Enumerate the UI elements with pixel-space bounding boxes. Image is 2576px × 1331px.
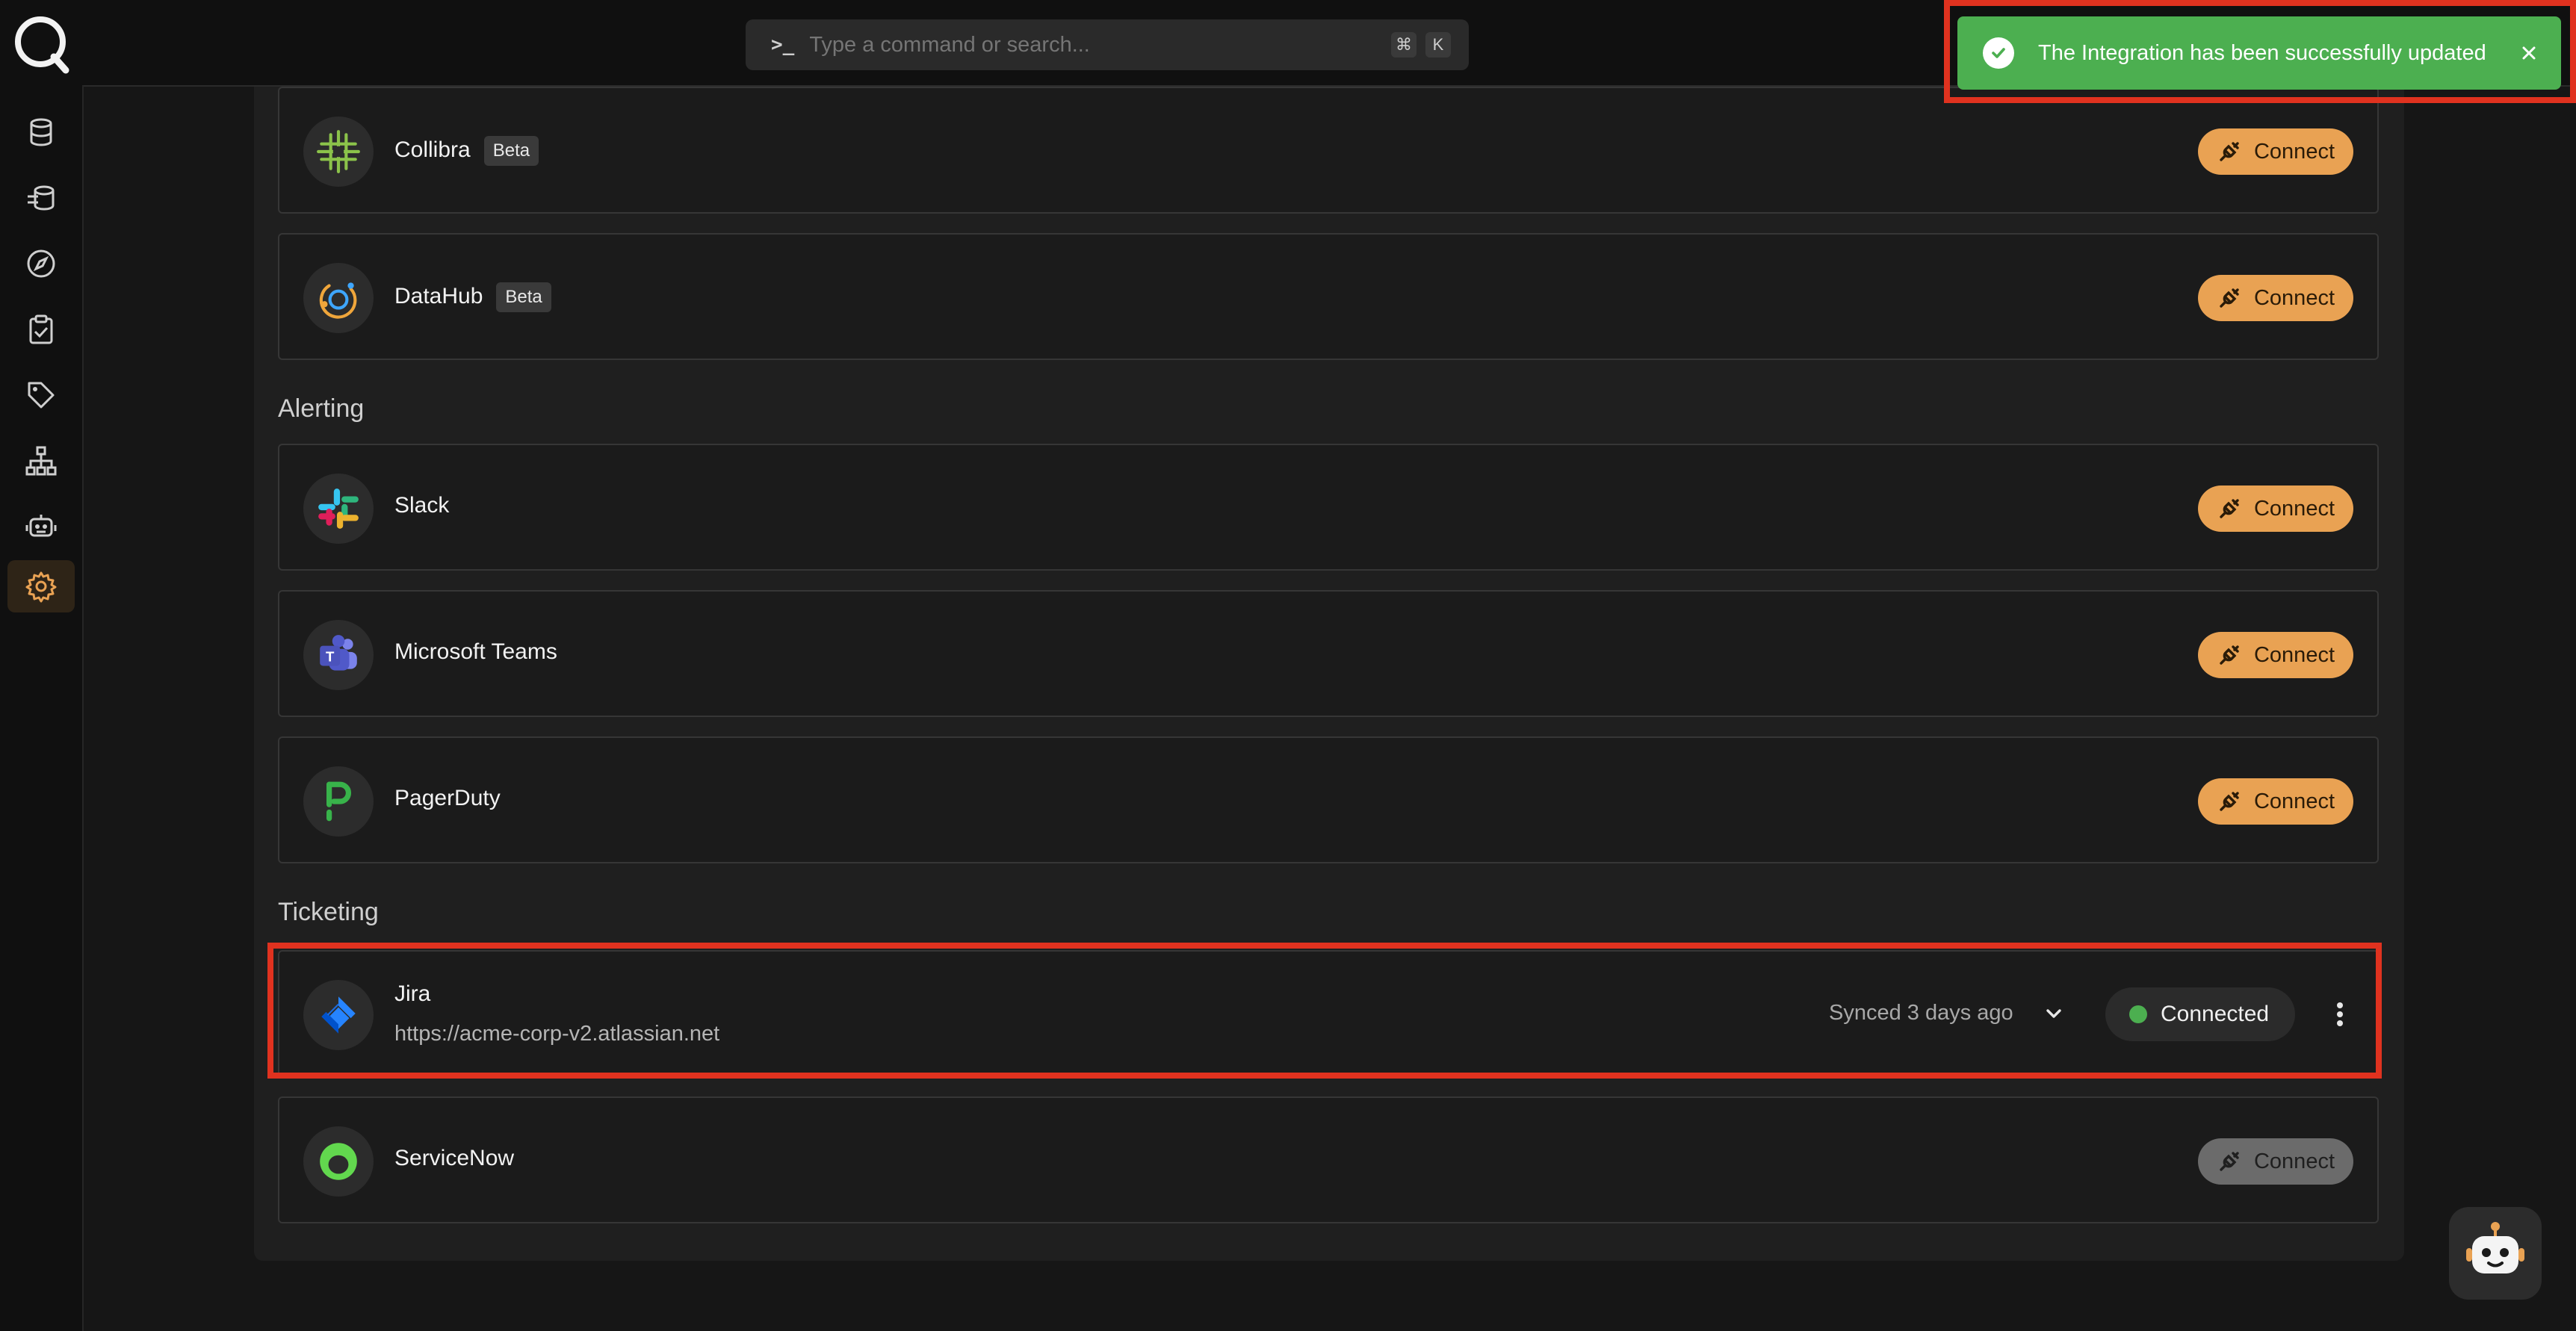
section-heading-ticketing: Ticketing: [278, 898, 379, 926]
slack-logo-icon: [303, 474, 374, 544]
servicenow-label: ServiceNow: [394, 1146, 515, 1170]
robot-assistant-icon: [2466, 1222, 2524, 1273]
connect-label: Connect: [2253, 642, 2335, 667]
sidebar-item-tags[interactable]: [7, 369, 75, 421]
datahub-logo-icon: [303, 263, 374, 333]
microsoft-teams-label: Microsoft Teams: [394, 639, 557, 664]
connect-servicenow-button[interactable]: Connect: [2198, 1138, 2353, 1185]
integration-name: DataHub Beta: [394, 282, 551, 312]
compass-icon: [27, 249, 55, 278]
integration-row-pagerduty: PagerDuty Connect: [278, 736, 2379, 863]
sync-details-toggle[interactable]: [2035, 995, 2072, 1032]
collibra-logo-icon: [303, 117, 374, 187]
plug-icon: [2220, 288, 2239, 308]
sidebar-item-assistant[interactable]: [7, 500, 75, 553]
jira-logo-icon: [303, 980, 374, 1050]
integration-row-slack: Slack Connect: [278, 444, 2379, 571]
jira-label: Jira: [394, 981, 431, 1006]
microsoft-teams-logo-icon: T: [303, 620, 374, 690]
integration-row-microsoft-teams: T Microsoft Teams Connect: [278, 590, 2379, 717]
chevron-down-icon: [2046, 1009, 2061, 1018]
connect-datahub-button[interactable]: Connect: [2198, 275, 2353, 321]
command-search-bar[interactable]: >_ ⌘ K: [746, 19, 1469, 70]
beta-badge: Beta: [483, 136, 539, 166]
database-icon: [30, 118, 52, 146]
sidebar-item-data-sources[interactable]: [7, 106, 75, 158]
tag-icon: [28, 382, 55, 409]
jira-more-options-button[interactable]: [2318, 990, 2362, 1038]
connect-label: Connect: [2253, 285, 2335, 310]
plug-icon: [2220, 645, 2239, 665]
sidebar-item-pipelines[interactable]: [7, 172, 75, 224]
connect-microsoft-teams-button[interactable]: Connect: [2198, 632, 2353, 678]
sync-status-text: Synced 3 days ago: [1829, 1001, 2013, 1025]
assistant-bot-button[interactable]: [2449, 1207, 2542, 1300]
connect-pagerduty-button[interactable]: Connect: [2198, 778, 2353, 825]
integration-row-datahub: DataHub Beta Connect: [278, 233, 2379, 360]
app-logo-icon[interactable]: [7, 10, 73, 76]
pagerduty-label: PagerDuty: [394, 786, 501, 810]
beta-badge: Beta: [496, 282, 551, 312]
robot-icon: [25, 515, 57, 537]
connect-label: Connect: [2253, 1149, 2335, 1173]
datahub-label: DataHub: [394, 283, 483, 308]
hierarchy-icon: [25, 446, 57, 476]
integration-row-jira: Jira https://acme-corp-v2.atlassian.net …: [278, 950, 2379, 1077]
jira-instance-url: https://acme-corp-v2.atlassian.net: [394, 1022, 720, 1046]
sidebar: [0, 85, 84, 1331]
connect-slack-button[interactable]: Connect: [2198, 485, 2353, 532]
command-search-input[interactable]: [808, 31, 1391, 58]
connect-label: Connect: [2253, 496, 2335, 521]
status-dot-icon: [2129, 1005, 2147, 1023]
toast-close-button[interactable]: [2510, 34, 2548, 72]
plug-icon: [2220, 792, 2239, 811]
more-vertical-icon: [2337, 1002, 2343, 1026]
integration-name: Collibra Beta: [394, 136, 539, 166]
pipeline-icon: [28, 185, 55, 211]
connect-label: Connect: [2253, 139, 2335, 164]
shortcut-k-key: K: [1425, 32, 1451, 58]
shortcut-cmd-key: ⌘: [1391, 32, 1417, 58]
plug-icon: [2220, 142, 2239, 161]
sidebar-item-settings[interactable]: [7, 560, 75, 612]
terminal-prompt-icon: >_: [771, 34, 795, 56]
check-circle-icon: [1983, 37, 2014, 69]
integration-row-servicenow: ServiceNow Connect: [278, 1096, 2379, 1223]
plug-icon: [2220, 1152, 2239, 1171]
pagerduty-logo-icon: [303, 766, 374, 837]
connect-label: Connect: [2253, 789, 2335, 813]
clipboard-check-icon: [29, 314, 53, 344]
servicenow-logo-icon: [303, 1126, 374, 1197]
svg-text:T: T: [326, 648, 335, 664]
section-heading-alerting: Alerting: [278, 394, 365, 423]
connection-status-badge: Connected: [2105, 987, 2295, 1041]
toast-message: The Integration has been successfully up…: [2038, 40, 2486, 65]
connect-collibra-button[interactable]: Connect: [2198, 128, 2353, 175]
success-toast: The Integration has been successfully up…: [1957, 16, 2561, 90]
gear-icon: [25, 571, 57, 603]
slack-label: Slack: [394, 493, 450, 518]
connection-status-label: Connected: [2161, 1002, 2270, 1026]
sidebar-item-explore[interactable]: [7, 238, 75, 290]
close-icon: [2522, 46, 2536, 60]
sidebar-item-checks[interactable]: [7, 303, 75, 356]
collibra-label: Collibra: [394, 137, 471, 162]
sidebar-item-lineage[interactable]: [7, 435, 75, 487]
plug-icon: [2220, 499, 2239, 518]
integration-row-collibra: Collibra Beta Connect: [278, 87, 2379, 214]
